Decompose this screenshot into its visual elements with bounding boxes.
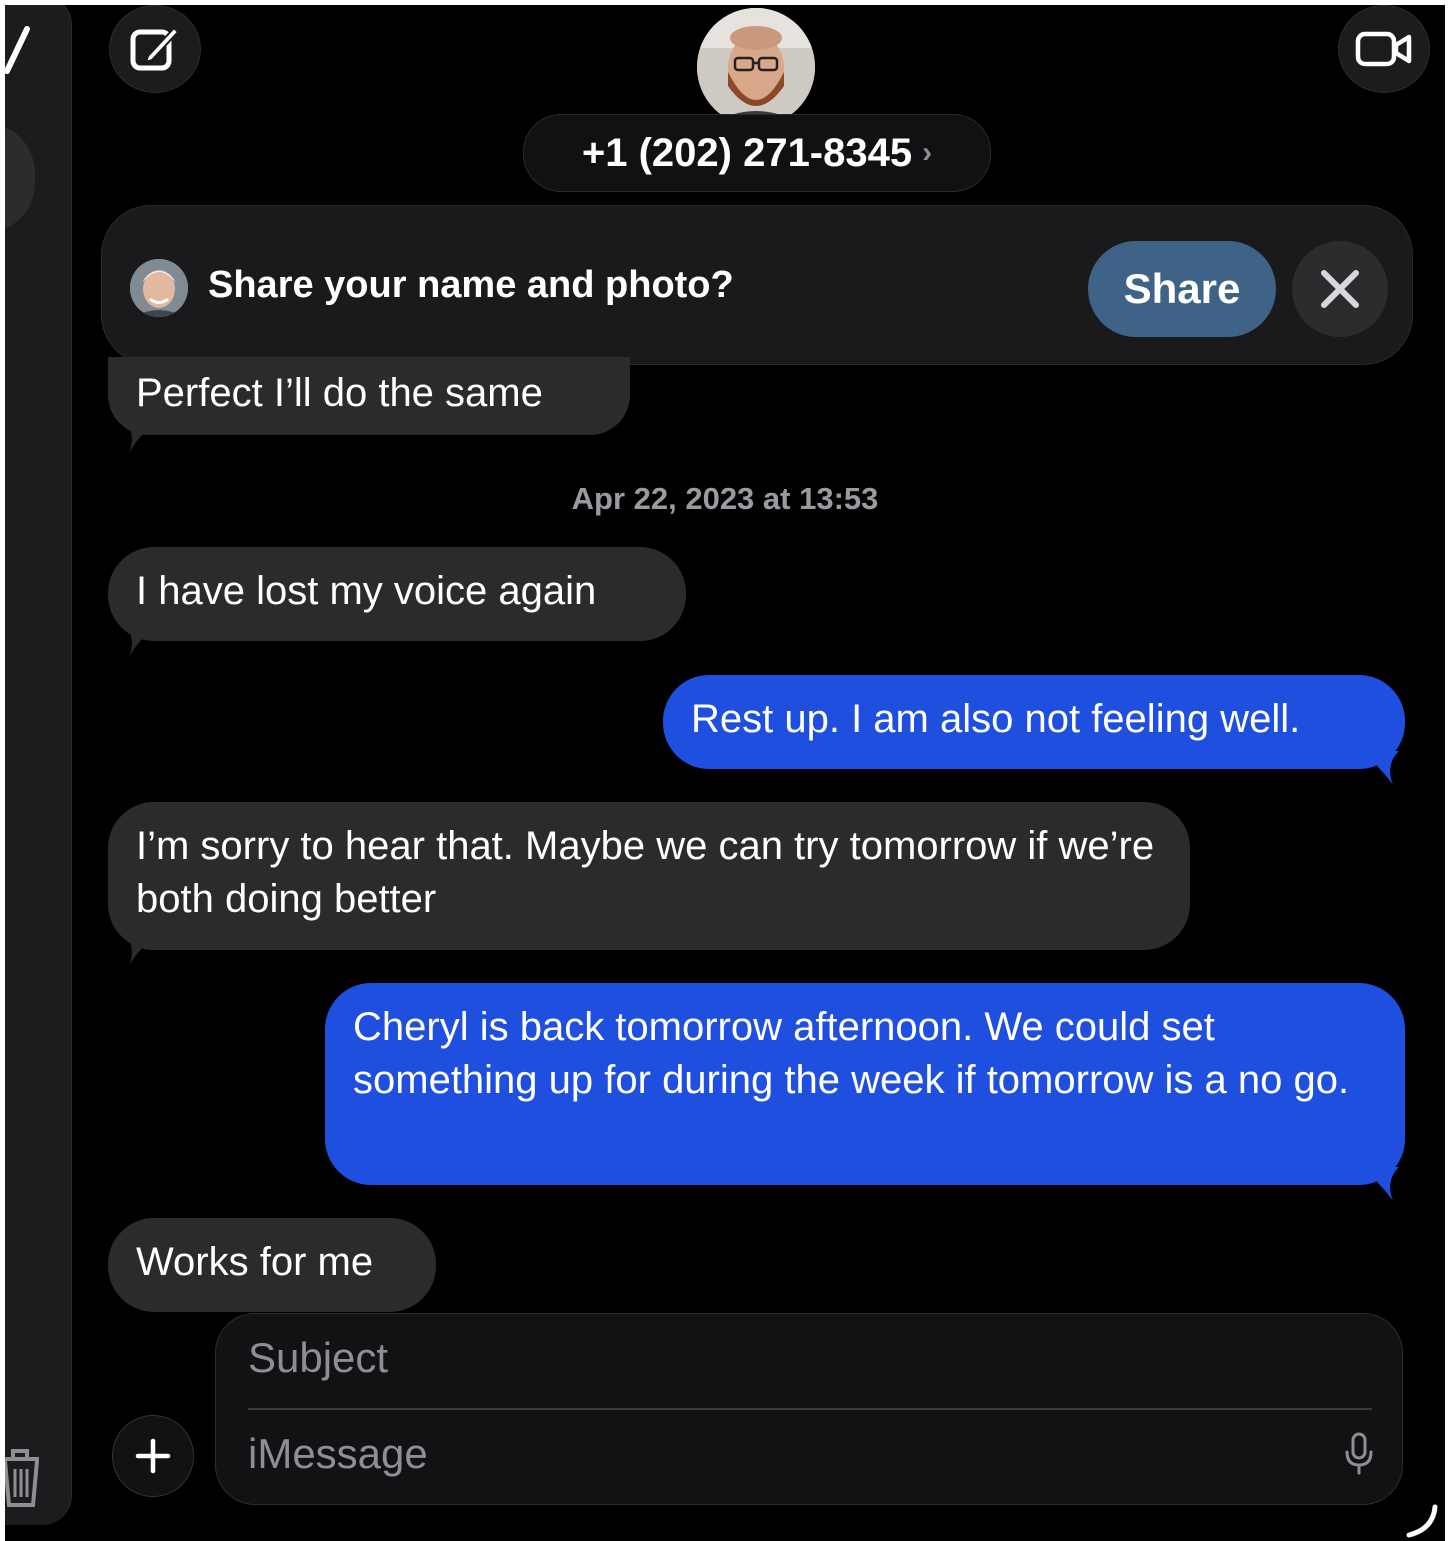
message-text: Works for me [136, 1240, 374, 1284]
contact-number: +1 (202) 271-8345 [581, 130, 913, 175]
messages-screen: +1 (202) 271-8345 › Share your name and … [5, 5, 1445, 1541]
bubble-tail [1359, 1167, 1399, 1201]
imessage-input[interactable]: iMessage [248, 1430, 428, 1478]
facetime-button[interactable] [1338, 5, 1430, 93]
message-timestamp: Apr 22, 2023 at 13:53 [571, 481, 879, 516]
compose-icon [130, 26, 180, 71]
compose-button[interactable] [109, 5, 201, 93]
close-icon [1321, 270, 1359, 308]
message-bubble-outgoing[interactable]: Cheryl is back tomorrow afternoon. We co… [325, 983, 1405, 1185]
trash-icon[interactable] [5, 1447, 43, 1509]
my-avatar [130, 259, 188, 317]
contact-avatar[interactable] [697, 8, 815, 126]
share-button[interactable]: Share [1088, 241, 1276, 337]
message-text: I have lost my voice again [136, 569, 597, 613]
message-text: Cheryl is back tomorrow afternoon. We co… [353, 1005, 1350, 1102]
close-banner-button[interactable] [1292, 241, 1388, 337]
bubble-tail [1359, 751, 1399, 785]
plus-icon [135, 1438, 171, 1474]
sidebar-edge [5, 5, 72, 1525]
share-name-photo-banner: Share your name and photo? Share [101, 205, 1413, 365]
message-bubble-incoming[interactable]: Works for me [108, 1218, 436, 1312]
message-text: Perfect I’ll do the same [136, 371, 543, 415]
microphone-icon[interactable] [1344, 1432, 1374, 1476]
message-bubble-incoming[interactable]: I’m sorry to hear that. Maybe we can try… [108, 802, 1190, 950]
resize-corner-icon [1406, 1504, 1438, 1538]
message-text: I’m sorry to hear that. Maybe we can try… [136, 824, 1155, 921]
bubble-tail [123, 932, 163, 966]
message-text: Rest up. I am also not feeling well. [691, 697, 1301, 741]
message-composer[interactable]: Subject iMessage [215, 1313, 1403, 1505]
add-attachment-button[interactable] [112, 1415, 194, 1497]
bubble-tail [123, 419, 163, 453]
bubble-tail [123, 623, 163, 657]
banner-prompt: Share your name and photo? [208, 264, 734, 306]
chevron-right-icon: › [922, 136, 933, 169]
video-camera-icon [1355, 31, 1412, 67]
composer-divider [248, 1408, 1372, 1410]
sidebar-pencil-stroke-icon [5, 26, 30, 74]
contact-details-button[interactable]: +1 (202) 271-8345 › [523, 114, 991, 192]
subject-field[interactable]: Subject [248, 1334, 388, 1382]
message-bubble-incoming[interactable]: Perfect I’ll do the same [108, 357, 630, 435]
message-bubble-outgoing[interactable]: Rest up. I am also not feeling well. [663, 675, 1405, 769]
message-bubble-incoming[interactable]: I have lost my voice again [108, 547, 686, 641]
